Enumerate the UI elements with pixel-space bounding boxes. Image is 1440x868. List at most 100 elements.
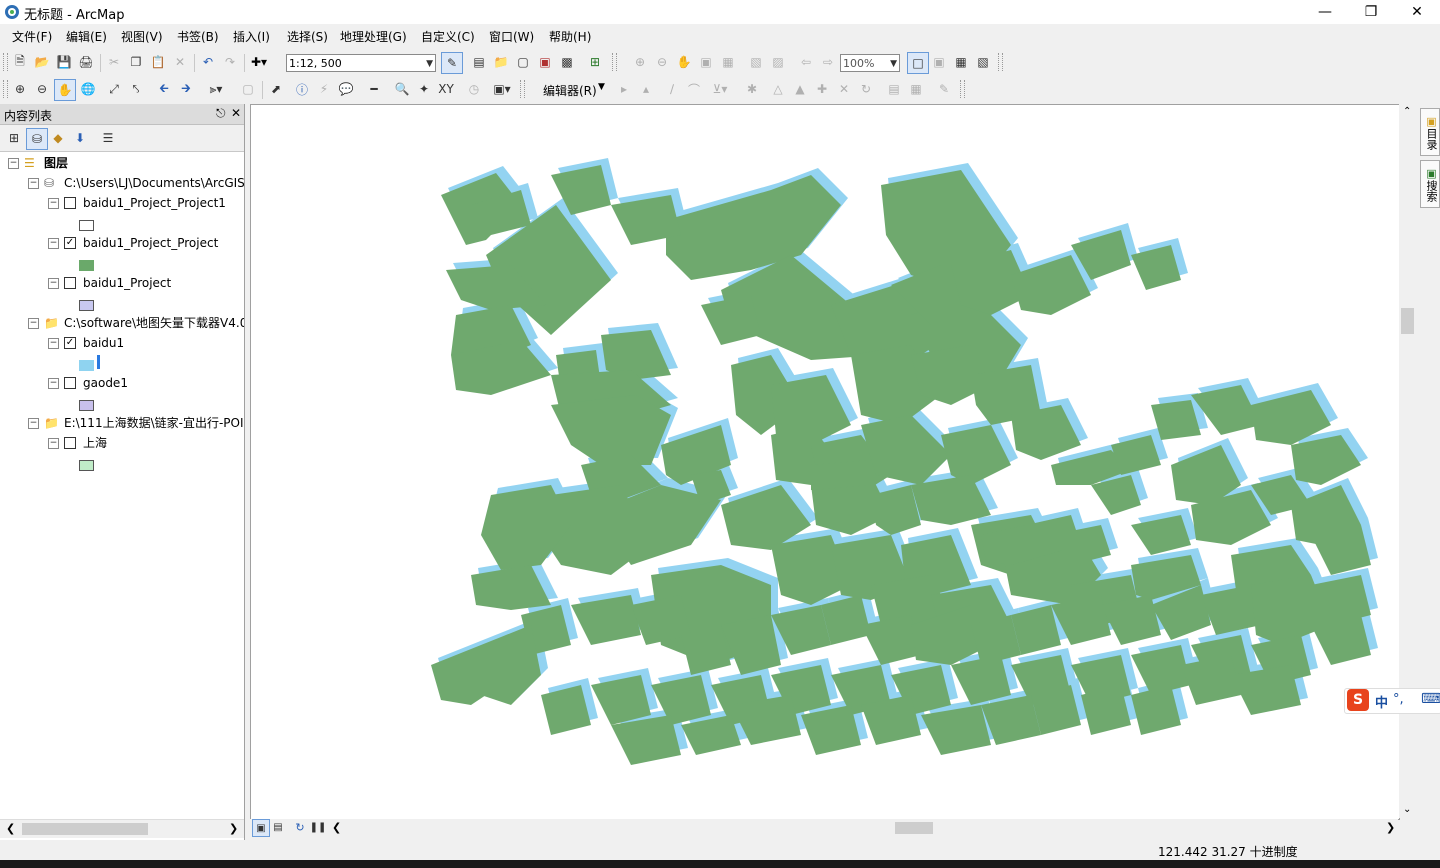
search-dock-tab[interactable]: ▣搜索 bbox=[1420, 160, 1440, 208]
delete-icon[interactable]: ✕ bbox=[170, 52, 190, 72]
go-forward-extent-icon[interactable]: ⇨ bbox=[818, 52, 838, 72]
chevron-down-icon[interactable]: ▼ bbox=[890, 55, 897, 73]
options-icon[interactable]: ☰ bbox=[98, 128, 118, 148]
trace-icon[interactable]: ⊻▾ bbox=[710, 79, 730, 99]
paste-icon[interactable]: 📋 bbox=[148, 52, 168, 72]
collapse-icon[interactable]: − bbox=[48, 338, 59, 349]
scroll-up-icon[interactable]: ⌃ bbox=[1403, 106, 1411, 117]
edit-tool-icon[interactable]: ▸ bbox=[614, 79, 634, 99]
layer-visibility-checkbox[interactable] bbox=[64, 277, 76, 289]
legend-swatch[interactable] bbox=[79, 220, 94, 231]
legend-swatch[interactable] bbox=[79, 460, 94, 471]
scroll-down-icon[interactable]: ⌄ bbox=[1403, 804, 1411, 815]
ime-keyboard-icon[interactable]: ⌨ bbox=[1421, 691, 1440, 707]
rotate-icon[interactable]: ↻ bbox=[856, 79, 876, 99]
collapse-icon[interactable]: − bbox=[8, 158, 19, 169]
sketch-properties-icon[interactable]: ▦ bbox=[906, 79, 926, 99]
legend-swatch[interactable] bbox=[79, 360, 94, 371]
attributes-icon[interactable]: ▤ bbox=[884, 79, 904, 99]
collapse-icon[interactable]: − bbox=[48, 278, 59, 289]
tree-layer[interactable]: − baidu1_Project bbox=[0, 274, 244, 292]
add-data-icon[interactable]: ✚▾ bbox=[249, 52, 269, 72]
clear-selection-icon[interactable]: ▢ bbox=[238, 79, 258, 99]
menu-view[interactable]: 视图(V) bbox=[121, 28, 163, 45]
change-layout-icon[interactable]: ▦ bbox=[951, 52, 971, 72]
redo-icon[interactable]: ↷ bbox=[220, 52, 240, 72]
find-icon[interactable]: 🔍 bbox=[392, 79, 412, 99]
layer-visibility-checkbox[interactable] bbox=[64, 197, 76, 209]
collapse-icon[interactable]: − bbox=[28, 318, 39, 329]
select-features-icon[interactable]: ⫸▾ bbox=[206, 79, 226, 99]
list-by-source-icon[interactable]: ⛁ bbox=[26, 128, 48, 150]
scale-combobox[interactable]: 1:12, 500 ▼ bbox=[286, 54, 436, 72]
zoom-whole-page-icon[interactable]: ▣ bbox=[696, 52, 716, 72]
tree-layer[interactable]: − ✓ baidu1 bbox=[0, 334, 244, 352]
minimize-button[interactable]: — bbox=[1302, 0, 1348, 24]
layer-visibility-checkbox[interactable]: ✓ bbox=[64, 337, 76, 349]
editor-toolbar-icon[interactable]: ✎ bbox=[441, 52, 463, 74]
edit-vertices-icon[interactable]: △ bbox=[768, 79, 788, 99]
tree-layer[interactable]: − gaode1 bbox=[0, 374, 244, 392]
time-slider-icon[interactable]: ◷ bbox=[464, 79, 484, 99]
cut-polygons-icon[interactable]: ✚ bbox=[812, 79, 832, 99]
refresh-icon[interactable]: ↻ bbox=[292, 819, 308, 835]
print-icon[interactable]: 🖨 bbox=[76, 52, 96, 72]
point-icon[interactable]: ✱ bbox=[742, 79, 762, 99]
layout-zoom-combobox[interactable]: 100% ▼ bbox=[840, 54, 900, 72]
chevron-down-icon[interactable]: ▼ bbox=[426, 55, 433, 73]
menu-windows[interactable]: 窗口(W) bbox=[489, 28, 534, 45]
tree-layer[interactable]: − ✓ baidu1_Project_Project bbox=[0, 234, 244, 252]
edit-annotation-icon[interactable]: ▴ bbox=[636, 79, 656, 99]
catalog-dock-tab[interactable]: ▣目录 bbox=[1420, 108, 1440, 156]
collapse-icon[interactable]: − bbox=[48, 378, 59, 389]
tree-group[interactable]: − ⛁ C:\Users\LJ\Documents\ArcGIS bbox=[0, 174, 244, 192]
layer-visibility-checkbox[interactable] bbox=[64, 437, 76, 449]
toolbar-grip[interactable] bbox=[612, 53, 617, 71]
full-extent-icon[interactable]: 🌐 bbox=[78, 79, 98, 99]
tree-layer[interactable]: − baidu1_Project_Project1 bbox=[0, 194, 244, 212]
building-footprint[interactable] bbox=[811, 460, 871, 490]
go-back-extent-icon[interactable]: ⇦ bbox=[796, 52, 816, 72]
menu-bookmarks[interactable]: 书签(B) bbox=[177, 28, 219, 45]
collapse-icon[interactable]: − bbox=[48, 198, 59, 209]
pause-drawing-icon[interactable]: ❚❚ bbox=[310, 819, 327, 835]
layout-zoom-in-icon[interactable]: ⊕ bbox=[630, 52, 650, 72]
menu-edit[interactable]: 编辑(E) bbox=[66, 28, 107, 45]
collapse-icon[interactable]: − bbox=[48, 438, 59, 449]
arctoolbox-icon[interactable]: ▣ bbox=[535, 52, 555, 72]
map-view[interactable] bbox=[250, 104, 1400, 820]
list-by-selection-icon[interactable]: ⬇ bbox=[70, 128, 90, 148]
undo-icon[interactable]: ↶ bbox=[198, 52, 218, 72]
scroll-right-icon[interactable]: ❯ bbox=[1386, 821, 1395, 834]
toc-horizontal-scrollbar[interactable]: ❮ ❯ bbox=[0, 819, 244, 838]
scroll-left-icon[interactable]: ❮ bbox=[332, 821, 341, 834]
scroll-thumb[interactable] bbox=[895, 822, 933, 834]
toolbar-grip[interactable] bbox=[998, 53, 1003, 71]
create-viewer-window-icon[interactable]: ▣▾ bbox=[492, 79, 512, 99]
data-driven-pages-icon[interactable]: ▧ bbox=[973, 52, 993, 72]
catalog-icon[interactable]: 📁 bbox=[491, 52, 511, 72]
tree-layer[interactable]: − 上海 bbox=[0, 434, 244, 452]
measure-icon[interactable]: ━ bbox=[364, 79, 384, 99]
map-horizontal-scrollbar[interactable]: ▣ ▤ ↻ ❚❚ ❮ ❯ bbox=[250, 819, 1398, 837]
straight-segment-icon[interactable]: ∕ bbox=[662, 79, 682, 99]
split-icon[interactable]: ✕ bbox=[834, 79, 854, 99]
building-footprint[interactable] bbox=[701, 295, 761, 345]
tree-root[interactable]: − ☰ 图层 bbox=[0, 154, 244, 172]
fixed-zoom-in-map-icon[interactable]: ⤢ bbox=[104, 79, 124, 99]
ime-indicator[interactable]: S 中 °, ⌨ bbox=[1344, 688, 1440, 714]
legend-swatch[interactable] bbox=[79, 300, 94, 311]
save-icon[interactable]: 💾 bbox=[54, 52, 74, 72]
modelbuilder-icon[interactable]: ⊞ bbox=[585, 52, 605, 72]
reshape-icon[interactable]: ▲ bbox=[790, 79, 810, 99]
layer-visibility-checkbox[interactable]: ✓ bbox=[64, 237, 76, 249]
next-extent-icon[interactable]: 🡲 bbox=[176, 79, 196, 99]
python-window-icon[interactable]: ▩ bbox=[557, 52, 577, 72]
new-document-icon[interactable]: 🗎 bbox=[10, 52, 30, 72]
fixed-zoom-out-map-icon[interactable]: ⤣ bbox=[126, 79, 146, 99]
toolbar-grip[interactable] bbox=[3, 53, 8, 71]
identify-icon[interactable]: ⓘ bbox=[292, 79, 312, 99]
find-route-icon[interactable]: ✦ bbox=[414, 79, 434, 99]
building-footprint[interactable] bbox=[551, 395, 671, 465]
scroll-right-icon[interactable]: ❯ bbox=[229, 822, 238, 835]
